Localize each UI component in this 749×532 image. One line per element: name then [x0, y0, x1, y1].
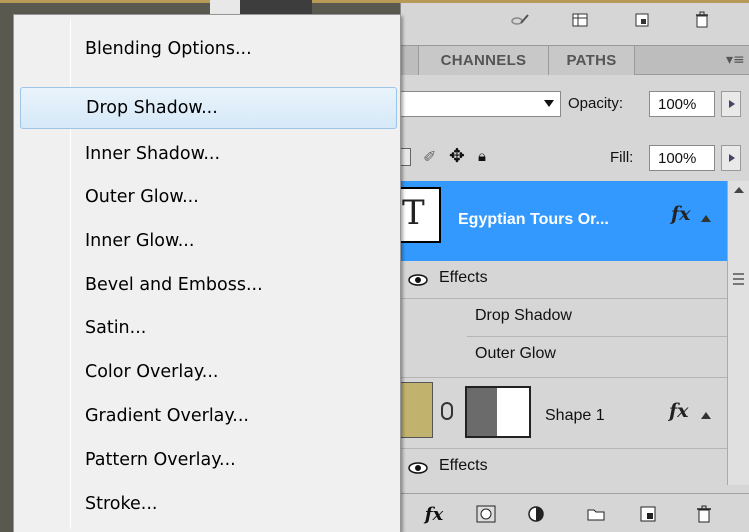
opacity-slider-button[interactable] [721, 91, 741, 117]
fill-input[interactable]: 100% [649, 145, 715, 171]
layer-row-shape[interactable]: Shape 1 fx [399, 377, 727, 449]
tab-paths[interactable]: PATHS [549, 46, 635, 75]
fx-icon[interactable]: fx [669, 400, 689, 422]
lock-pixels-icon[interactable]: ✐ [423, 147, 436, 166]
layer-mask-thumbnail [465, 386, 531, 438]
menu-item-bevel-and-emboss[interactable]: Bevel and Emboss... [18, 265, 398, 305]
collapse-effects-icon[interactable] [701, 215, 711, 222]
eye-icon[interactable] [407, 461, 429, 475]
panel-top-toolbar [401, 3, 749, 39]
grid-icon[interactable] [569, 11, 591, 29]
text-layer-thumbnail [396, 187, 441, 243]
scroll-up-icon[interactable] [734, 187, 744, 193]
menu-item-inner-shadow[interactable]: Inner Shadow... [18, 134, 398, 174]
eye-icon[interactable] [407, 273, 429, 287]
menu-item-outer-glow[interactable]: Outer Glow... [18, 177, 398, 217]
effect-drop-shadow-label: Drop Shadow [475, 307, 572, 324]
menu-item-gradient-overlay[interactable]: Gradient Overlay... [18, 396, 398, 436]
fill-slider-button[interactable] [721, 145, 741, 171]
layer-style-context-menu: Blending Options... Drop Shadow... Inner… [13, 14, 401, 532]
effects-label: Effects [439, 457, 488, 474]
effect-outer-glow-label: Outer Glow [475, 345, 556, 362]
menu-item-stroke[interactable]: Stroke... [18, 484, 398, 524]
add-mask-icon[interactable] [475, 504, 497, 524]
collapse-effects-icon[interactable] [701, 412, 711, 419]
link-chain-icon[interactable] [441, 402, 453, 420]
effects-label: Effects [439, 269, 488, 286]
trash-icon[interactable] [693, 504, 715, 524]
menu-item-satin[interactable]: Satin... [18, 308, 398, 348]
panel-tabs: CHANNELS PATHS ▾≡ [401, 45, 749, 75]
lock-position-icon[interactable]: ✥ [449, 145, 465, 167]
opacity-input[interactable]: 100% [649, 91, 715, 117]
menu-item-drop-shadow[interactable]: Drop Shadow... [20, 87, 397, 129]
shape-layer-thumbnail [399, 382, 433, 438]
adjustment-layer-icon[interactable] [525, 504, 547, 524]
lock-row: ✐ ✥ 🔒︎ Fill: 100% [401, 143, 749, 173]
effect-drop-shadow-row[interactable]: Drop Shadow [467, 299, 727, 337]
fx-icon: fx [424, 503, 444, 525]
tab-layers-partial[interactable] [401, 46, 419, 75]
lock-all-icon[interactable]: 🔒︎ [478, 147, 486, 165]
lock-transparent-icon[interactable] [401, 148, 411, 166]
fill-label: Fill: [610, 149, 634, 166]
add-layer-style-button[interactable]: fx [419, 503, 449, 525]
chevron-down-icon [544, 100, 554, 107]
tab-channels[interactable]: CHANNELS [419, 46, 549, 75]
menu-item-pattern-overlay[interactable]: Pattern Overlay... [18, 440, 398, 480]
layers-panel: CHANNELS PATHS ▾≡ Opacity: 100% ✐ ✥ 🔒︎ F… [396, 3, 749, 532]
panel-bottom-toolbar: fx [401, 493, 749, 532]
panel-menu-icon[interactable]: ▾≡ [726, 52, 745, 68]
trash-icon[interactable] [691, 11, 713, 29]
effects-row[interactable]: Effects [401, 261, 727, 299]
scroll-grip[interactable] [733, 273, 744, 285]
layers-list: Egyptian Tours Or... fx Effects Drop Sha… [396, 181, 727, 485]
new-layer-icon[interactable] [631, 11, 653, 29]
layer-name: Shape 1 [545, 407, 605, 424]
menu-item-color-overlay[interactable]: Color Overlay... [18, 352, 398, 392]
blend-mode-dropdown[interactable] [401, 91, 561, 117]
menu-item-blending-options[interactable]: Blending Options... [18, 29, 398, 69]
layer-row-selected[interactable]: Egyptian Tours Or... fx [396, 181, 727, 261]
layer-name: Egyptian Tours Or... [458, 211, 609, 228]
brush-icon[interactable] [509, 11, 531, 29]
effect-outer-glow-row[interactable]: Outer Glow [467, 337, 727, 375]
new-group-icon[interactable] [585, 504, 607, 524]
opacity-label: Opacity: [568, 95, 624, 112]
effects-row[interactable]: Effects [401, 451, 727, 485]
layers-scrollbar[interactable] [727, 181, 749, 485]
blend-row: Opacity: 100% [401, 89, 749, 119]
menu-item-inner-glow[interactable]: Inner Glow... [18, 221, 398, 261]
fx-icon[interactable]: fx [671, 203, 691, 225]
new-layer-icon[interactable] [637, 504, 659, 524]
